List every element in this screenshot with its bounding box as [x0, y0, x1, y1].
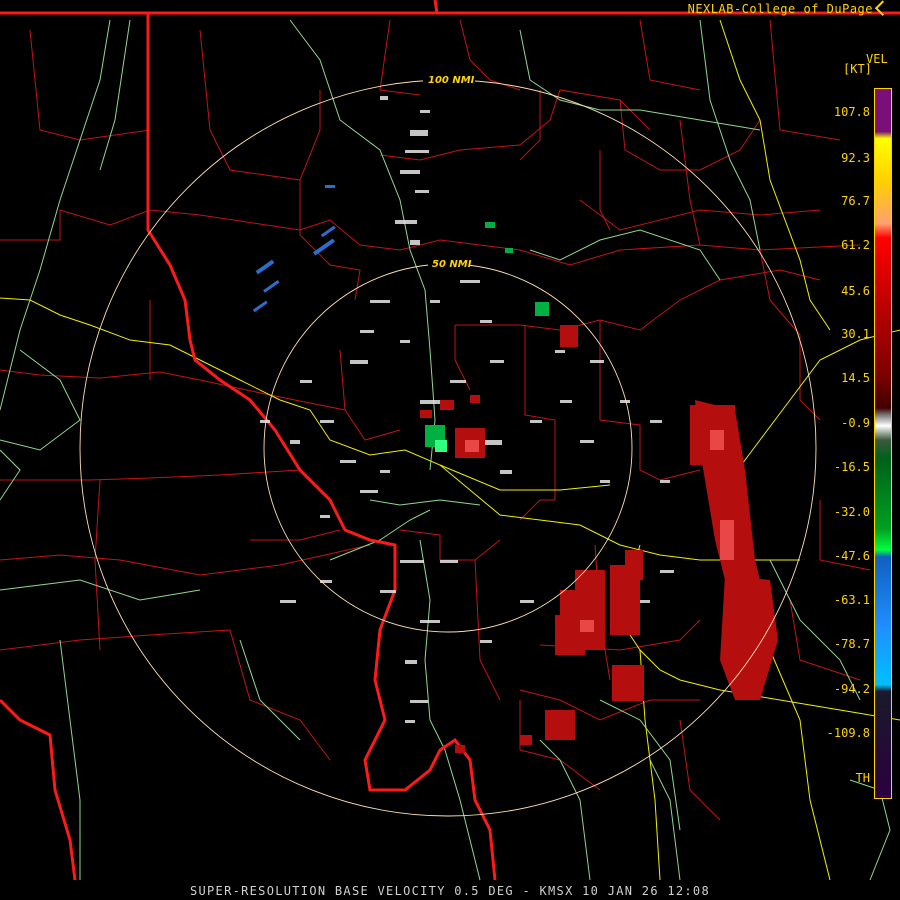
- legend-tick: -32.0: [833, 505, 870, 519]
- legend-tick: -16.5: [833, 460, 870, 474]
- legend-tick: -78.7: [833, 637, 870, 651]
- radar-map: 100 NMI 50 NMI: [0, 0, 900, 881]
- legend-tick: -47.6: [833, 549, 870, 563]
- legend-tick: 14.5: [841, 371, 870, 385]
- legend-tick: 45.6: [841, 284, 870, 298]
- legend-tick: 30.1: [841, 327, 870, 341]
- legend-tick: -63.1: [833, 593, 870, 607]
- color-scale-bar: [874, 88, 892, 799]
- legend-tick: -109.8: [826, 726, 870, 740]
- legend-unit: [KT]: [843, 62, 872, 76]
- credit-label: NEXLAB-College of DuPage: [687, 0, 891, 16]
- highways: [0, 19, 900, 881]
- legend-tick: 107.8: [833, 105, 870, 119]
- legend-tick: 92.3: [841, 151, 870, 165]
- legend-tick: -0.9: [841, 416, 870, 430]
- velocity-echoes: [252, 96, 778, 753]
- range-ring-label-100: 100 NMI: [428, 75, 475, 86]
- credit-text: NEXLAB-College of DuPage: [687, 2, 873, 16]
- product-caption: SUPER-RESOLUTION BASE VELOCITY 0.5 DEG -…: [189, 884, 710, 898]
- legend-tick: 76.7: [841, 194, 870, 208]
- range-ring-label-50: 50 NMI: [432, 259, 472, 270]
- legend-tick: TH: [855, 771, 870, 785]
- legend-tick: -94.2: [833, 682, 870, 696]
- legend-tick: 61.2: [841, 238, 870, 252]
